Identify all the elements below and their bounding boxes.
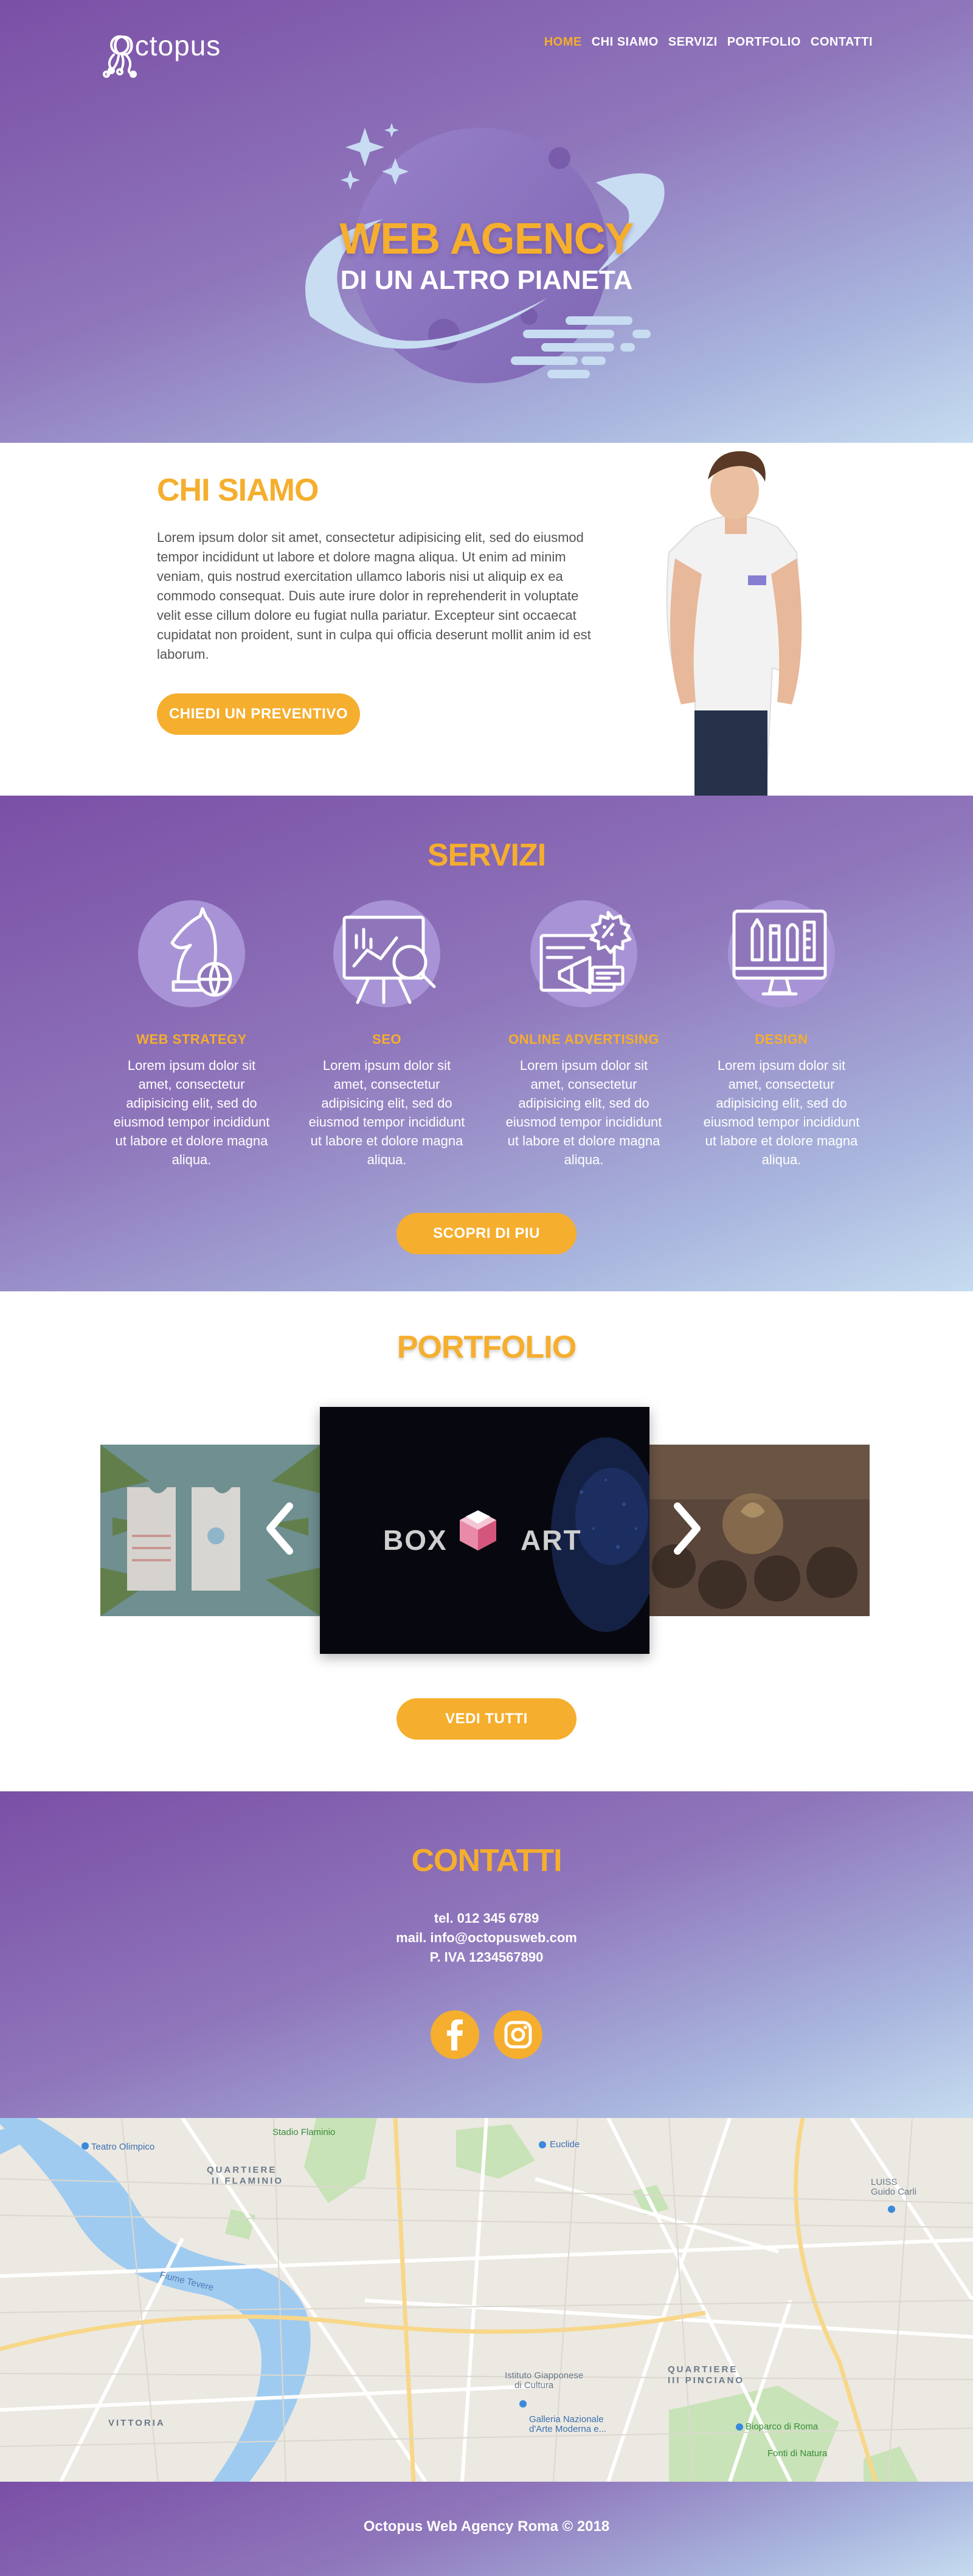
chess-knight-globe-icon — [138, 900, 245, 1007]
chi-siamo-title: CHI SIAMO — [157, 473, 319, 508]
service-desc: Lorem ipsum dolor sit amet, consectetur … — [703, 1058, 860, 1167]
google-map[interactable]: Teatro Olimpico Stadio Flaminio Euclide … — [0, 2118, 973, 2482]
map-label-galleria: Galleria Nazionale — [529, 2414, 604, 2425]
facebook-icon — [447, 2019, 463, 2050]
nav-item-portfolio[interactable]: PORTFOLIO — [727, 35, 801, 49]
contatti-title: CONTATTI — [411, 1843, 562, 1878]
brand-logo[interactable]: Octopus — [100, 30, 234, 91]
main-nav: HOME CHI SIAMO SERVIZI PORTFOLIO CONTATT… — [544, 35, 873, 49]
service-desc: Lorem ipsum dolor sit amet, consectetur … — [505, 1058, 662, 1167]
footer-text: Octopus Web Agency Roma © 2018 — [363, 2518, 610, 2535]
service-design: DESIGN Lorem ipsum dolor sit amet, conse… — [702, 899, 860, 1169]
contact-piva: P. IVA 1234567890 — [429, 1949, 544, 1965]
contact-mail[interactable]: mail. info@octopusweb.com — [0, 1928, 973, 1948]
map-label-vittoria: VITTORIA — [108, 2418, 165, 2428]
map-label-teatro: Teatro Olimpico — [91, 2142, 154, 2152]
nav-item-chi-siamo[interactable]: CHI SIAMO — [592, 35, 659, 49]
map-label-pinciano-2: III PINCIANO — [668, 2375, 744, 2386]
service-label: ONLINE ADVERTISING — [508, 1032, 659, 1047]
portfolio-title: PORTFOLIO — [396, 1330, 577, 1365]
map-label-euclide: Euclide — [550, 2139, 580, 2150]
map-label-stadio: Stadio Flaminio — [272, 2127, 335, 2137]
service-label: SEO — [372, 1032, 401, 1047]
map-label-luiss-2: Guido Carli — [871, 2187, 916, 2197]
nav-item-contatti[interactable]: CONTATTI — [811, 35, 873, 49]
carousel-prev-icon[interactable] — [261, 1501, 298, 1556]
map-label-istituto-2: di Cultura — [514, 2380, 554, 2390]
scopri-button[interactable]: SCOPRI DI PIU — [396, 1213, 577, 1254]
contatti-section: CONTATTI tel. 012 345 6789 mail. info@oc… — [0, 1791, 973, 2118]
monitor-pencils-icon — [728, 900, 835, 1007]
instagram-icon — [504, 2021, 532, 2049]
team-member-photo — [666, 451, 802, 796]
hero-line-1: WEB AGENCY — [339, 215, 634, 263]
map-label-natura: Fonti di Natura — [767, 2448, 828, 2459]
portfolio-slide-center[interactable]: BOX ART — [320, 1407, 649, 1654]
servizi-section: SERVIZI WEB STRATEGY Lorem ipsum dolor s… — [0, 796, 973, 1291]
map-label-istituto: Istituto Giapponese — [505, 2370, 583, 2381]
service-web-strategy: WEB STRATEGY Lorem ipsum dolor sit amet,… — [113, 899, 271, 1169]
map-label-flaminio: QUARTIERE — [207, 2165, 277, 2175]
chi-siamo-section: CHI SIAMO Lorem ipsum dolor sit amet, co… — [0, 443, 973, 796]
carousel-next-icon[interactable] — [669, 1501, 705, 1556]
map-section[interactable]: Teatro Olimpico Stadio Flaminio Euclide … — [0, 2118, 973, 2482]
contact-info: tel. 012 345 6789 mail. info@octopusweb.… — [0, 1909, 973, 1967]
boxart-word-2: ART — [521, 1524, 582, 1556]
portfolio-section: PORTFOLIO BOX ART VEDI TUTTI — [0, 1291, 973, 1791]
vedi-tutti-button[interactable]: VEDI TUTTI — [396, 1698, 577, 1740]
service-seo: SEO Lorem ipsum dolor sit amet, consecte… — [308, 899, 466, 1169]
footer: Octopus Web Agency Roma © 2018 — [0, 2482, 973, 2576]
chi-siamo-text: Lorem ipsum dolor sit amet, consectetur … — [157, 530, 591, 662]
service-label: WEB STRATEGY — [136, 1032, 247, 1047]
servizi-title: SERVIZI — [427, 838, 546, 873]
boxart-image — [320, 1407, 649, 1654]
nav-item-servizi[interactable]: SERVIZI — [668, 35, 718, 49]
map-label-flaminio-2: II FLAMINIO — [212, 2176, 283, 2186]
service-online-advertising: ONLINE ADVERTISING Lorem ipsum dolor sit… — [505, 899, 663, 1169]
instagram-button[interactable] — [494, 2010, 542, 2059]
preventivo-button[interactable]: CHIEDI UN PREVENTIVO — [157, 693, 360, 735]
chart-magnifier-icon — [333, 900, 440, 1007]
service-desc: Lorem ipsum dolor sit amet, consectetur … — [113, 1058, 270, 1167]
hero-line-2: DI UN ALTRO PIANETA — [340, 265, 633, 295]
boxart-word-1: BOX — [383, 1524, 448, 1556]
nav-item-home[interactable]: HOME — [544, 35, 582, 49]
map-label-bioparco: Bioparco di Roma — [746, 2422, 819, 2432]
service-desc: Lorem ipsum dolor sit amet, consectetur … — [308, 1058, 465, 1167]
brand-name: Octopus — [113, 30, 221, 61]
map-label-galleria-2: d'Arte Moderna e... — [529, 2424, 606, 2434]
service-label: DESIGN — [755, 1032, 808, 1047]
contact-tel[interactable]: tel. 012 345 6789 — [0, 1909, 973, 1928]
map-label-luiss: LUISS — [871, 2177, 897, 2187]
hero-headline: WEB AGENCY DI UN ALTRO PIANETA — [0, 214, 973, 296]
map-label-pinciano: QUARTIERE — [668, 2364, 738, 2375]
megaphone-percent-icon — [530, 900, 637, 1007]
hero-section: Octopus HOME CHI SIAMO SERVIZI PORTFOLIO… — [0, 0, 973, 443]
facebook-button[interactable] — [431, 2010, 479, 2059]
